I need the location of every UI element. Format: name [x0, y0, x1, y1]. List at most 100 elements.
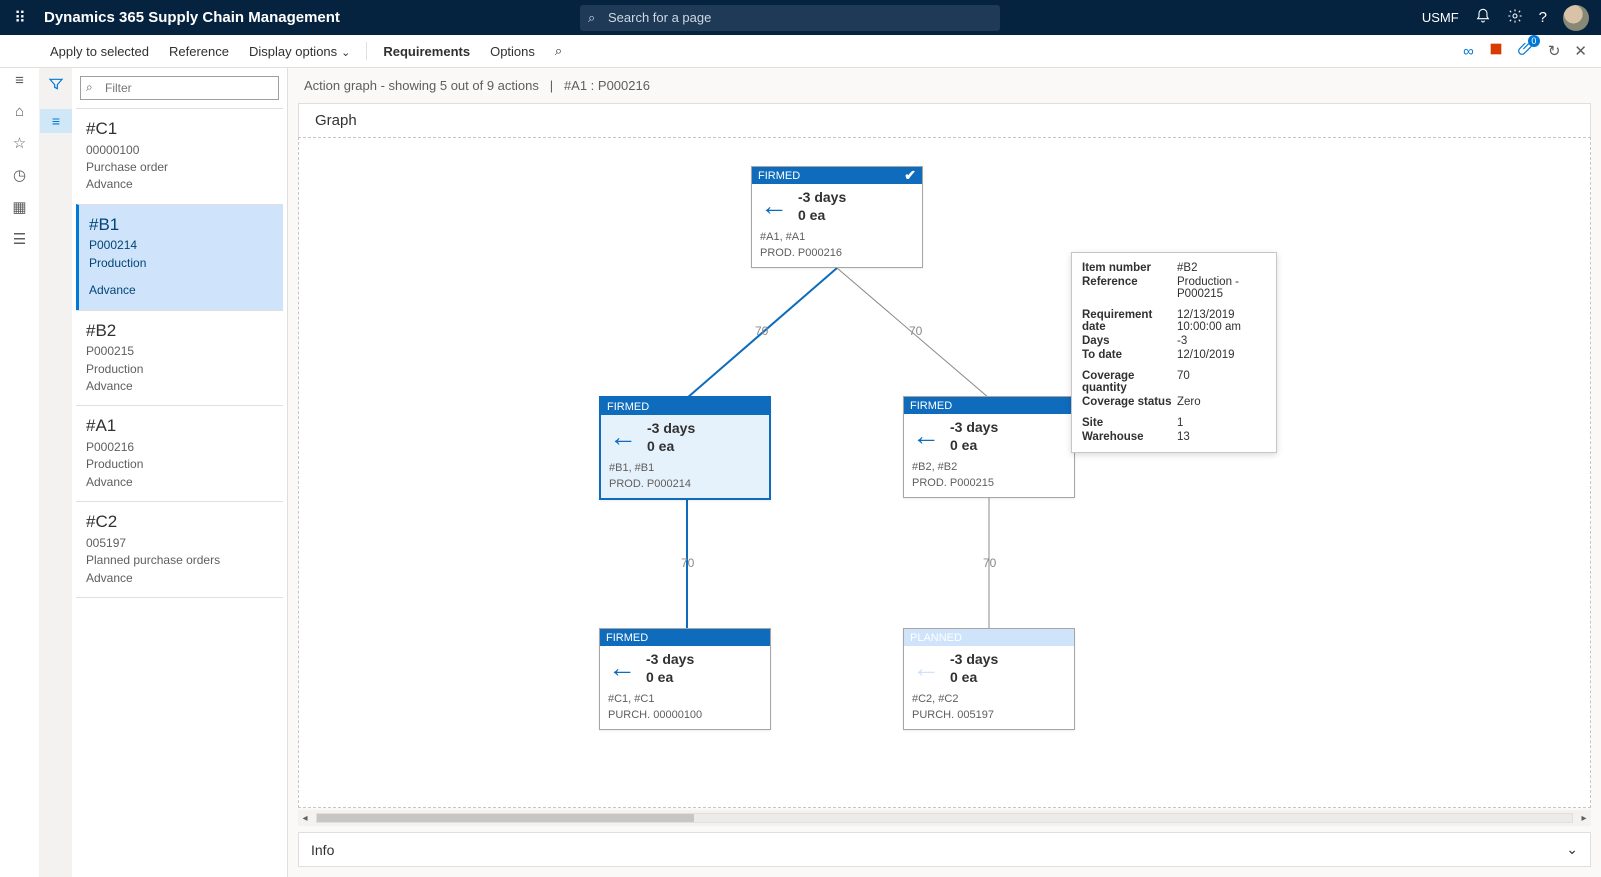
workspaces-icon[interactable]: ▦ — [12, 198, 26, 216]
graph-node-c2[interactable]: PLANNED ← -3 days 0 ea #C2, #C2 PURCH. 0… — [903, 628, 1075, 730]
list-item-action: Advance — [86, 474, 273, 491]
list-item-action: Advance — [86, 570, 273, 587]
graph-node-b1[interactable]: FIRMED ← -3 days 0 ea #B1, #B1 PROD. P00… — [599, 396, 771, 500]
graph-header: Graph — [298, 103, 1591, 137]
graph-node-c1[interactable]: FIRMED ← -3 days 0 ea #C1, #C1 PURCH. 00… — [599, 628, 771, 730]
tt-label: Coverage quantity — [1082, 362, 1177, 395]
edge-label: 70 — [681, 556, 694, 570]
list-item[interactable]: #C1 00000100 Purchase order Advance — [76, 108, 283, 204]
scroll-right-icon[interactable]: ▸ — [1577, 813, 1591, 824]
list-item-title: #C1 — [86, 117, 273, 142]
node-refs: #B1, #B1 — [609, 461, 761, 476]
node-qty: 0 ea — [950, 436, 998, 454]
menu-icon[interactable]: ≡ — [15, 72, 24, 89]
content-area: Action graph - showing 5 out of 9 action… — [288, 68, 1601, 877]
search-input[interactable] — [580, 5, 1000, 31]
list-item-title: #C2 — [86, 510, 273, 535]
list-view-icon[interactable]: ≡ — [40, 109, 72, 133]
tt-val: -3 — [1177, 334, 1266, 348]
node-refs: #C1, #C1 — [608, 692, 762, 707]
check-icon: ✔ — [904, 167, 916, 184]
attachments-icon[interactable] — [1518, 41, 1534, 61]
node-refs: #B2, #B2 — [912, 460, 1066, 475]
graph-node-b2[interactable]: FIRMED ← -3 days 0 ea #B2, #B2 PROD. P00… — [903, 396, 1075, 498]
tt-label: Reference — [1082, 275, 1177, 301]
tt-val: 12/13/2019 10:00:00 am — [1177, 301, 1266, 334]
scroll-left-icon[interactable]: ◂ — [298, 813, 312, 824]
divider — [366, 42, 367, 60]
graph-canvas[interactable]: 70 70 70 70 FIRMED✔ ← -3 days 0 ea #A1, … — [298, 137, 1591, 808]
scroll-track[interactable] — [316, 813, 1573, 823]
cmd-apply[interactable]: Apply to selected — [40, 44, 159, 59]
list-item[interactable]: #B2 P000215 Production Advance — [76, 310, 283, 406]
tt-val: 1 — [1177, 409, 1266, 430]
node-detail: PROD. P000214 — [609, 477, 761, 492]
tt-val: Production - P000215 — [1177, 275, 1266, 301]
top-bar: ⠿ Dynamics 365 Supply Chain Management ⌕… — [0, 0, 1601, 35]
gear-icon[interactable] — [1507, 8, 1523, 28]
list-item-type: Planned purchase orders — [86, 552, 273, 569]
cmd-options[interactable]: Options — [480, 44, 545, 59]
breadcrumb: Action graph - showing 5 out of 9 action… — [288, 68, 1601, 103]
list-item-num: 005197 — [86, 535, 273, 552]
office-icon[interactable] — [1488, 41, 1504, 61]
tt-label: Warehouse — [1082, 430, 1177, 444]
info-panel-header[interactable]: Info ⌄ — [298, 832, 1591, 867]
node-qty: 0 ea — [646, 668, 694, 686]
list-item[interactable]: #A1 P000216 Production Advance — [76, 405, 283, 501]
tt-label: Item number — [1082, 261, 1177, 275]
info-title: Info — [311, 842, 334, 858]
tt-label: To date — [1082, 348, 1177, 362]
node-refs: #A1, #A1 — [760, 230, 914, 245]
filter-input[interactable] — [80, 76, 279, 100]
list-item-type: Production — [86, 456, 273, 473]
search-icon: ⌕ — [588, 10, 595, 26]
company-code[interactable]: USMF — [1422, 10, 1459, 25]
cmd-reference[interactable]: Reference — [159, 44, 239, 59]
list-item-action: Advance — [86, 176, 273, 193]
filter-column: ≡ — [40, 68, 72, 877]
node-days: -3 days — [950, 418, 998, 436]
nav-rail: ≡ ⌂ ☆ ◷ ▦ ☰ — [0, 68, 40, 877]
list-item-type: Production — [89, 255, 273, 272]
list-item-num: 00000100 — [86, 142, 273, 159]
list-item-num: P000216 — [86, 439, 273, 456]
cmd-requirements[interactable]: Requirements — [373, 44, 480, 59]
modules-icon[interactable]: ☰ — [13, 230, 26, 248]
tt-label: Days — [1082, 334, 1177, 348]
funnel-icon[interactable] — [48, 76, 64, 95]
graph-node-a1[interactable]: FIRMED✔ ← -3 days 0 ea #A1, #A1 PROD. P0… — [751, 166, 923, 268]
arrow-left-icon: ← — [760, 192, 788, 220]
list-item[interactable]: #B1 P000214 Production Advance — [76, 204, 283, 310]
link-icon[interactable]: ∞ — [1463, 43, 1474, 60]
node-status: FIRMED — [910, 400, 952, 412]
node-status: FIRMED — [758, 170, 800, 182]
list-item-action: Advance — [86, 378, 273, 395]
horizontal-scrollbar[interactable]: ◂ ▸ — [298, 810, 1591, 826]
edge-label: 70 — [909, 324, 922, 338]
filter-search-icon: ⌕ — [86, 80, 93, 95]
arrow-left-icon: ← — [609, 423, 637, 451]
edge-label: 70 — [983, 556, 996, 570]
list-item-type: Purchase order — [86, 159, 273, 176]
list-item-title: #B1 — [89, 213, 273, 238]
avatar[interactable] — [1563, 5, 1589, 31]
close-icon[interactable]: ✕ — [1574, 42, 1587, 60]
cmd-display-options[interactable]: Display options — [239, 44, 360, 59]
scroll-thumb[interactable] — [317, 814, 694, 822]
node-days: -3 days — [798, 188, 846, 206]
main: ≡ ⌂ ☆ ◷ ▦ ☰ ≡ ⌕ #C1 00000100 Purchase or… — [0, 68, 1601, 877]
recent-icon[interactable]: ◷ — [13, 166, 26, 184]
help-icon[interactable]: ? — [1539, 9, 1547, 26]
cmd-search-icon[interactable]: ⌕ — [545, 43, 572, 59]
home-icon[interactable]: ⌂ — [15, 103, 24, 120]
node-detail: PROD. P000215 — [912, 476, 1066, 491]
breadcrumb-left: Action graph - showing 5 out of 9 action… — [304, 78, 539, 93]
star-icon[interactable]: ☆ — [13, 134, 26, 152]
bell-icon[interactable] — [1475, 8, 1491, 28]
waffle-icon[interactable]: ⠿ — [0, 8, 40, 28]
tt-val: 13 — [1177, 430, 1266, 444]
list-item[interactable]: #C2 005197 Planned purchase orders Advan… — [76, 501, 283, 597]
node-qty: 0 ea — [950, 668, 998, 686]
refresh-icon[interactable]: ↻ — [1548, 42, 1561, 60]
